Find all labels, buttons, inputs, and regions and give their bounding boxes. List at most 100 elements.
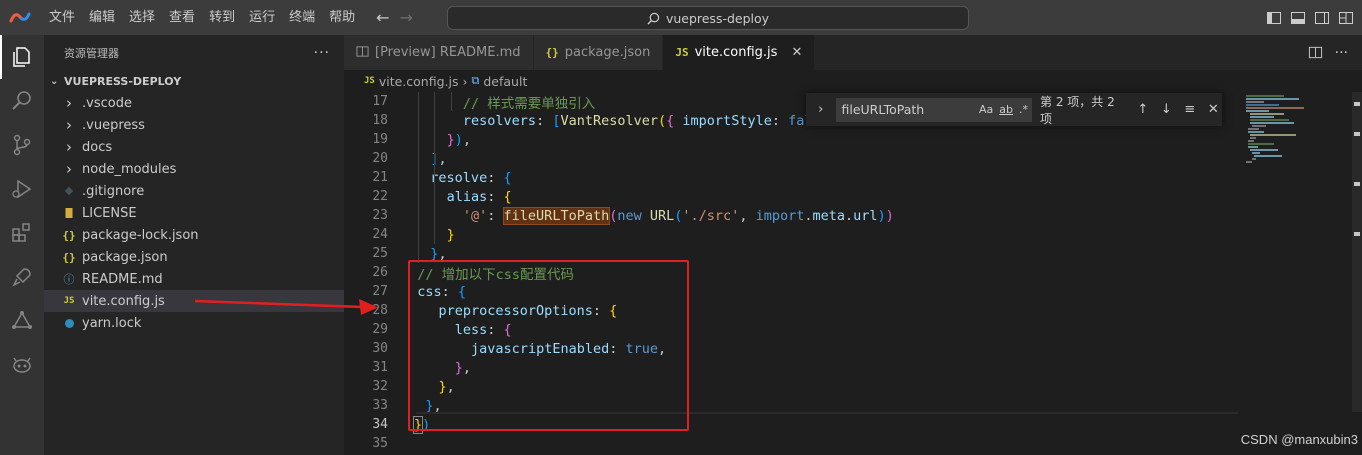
- close-find-icon[interactable]: ✕: [1205, 102, 1223, 117]
- toggle-panel-icon[interactable]: [1290, 10, 1306, 26]
- find-input[interactable]: fileURLToPath Aa ab .*: [835, 97, 1033, 122]
- menu-item[interactable]: 选择: [122, 0, 162, 35]
- file-tree-item[interactable]: LICENSE: [44, 202, 344, 224]
- previous-match-icon[interactable]: ↑: [1134, 102, 1152, 117]
- json-braces-icon: {}: [545, 46, 559, 59]
- command-center-search[interactable]: vuepress-deploy: [447, 6, 969, 30]
- line-number: 30: [372, 341, 388, 356]
- match-whole-word-icon[interactable]: ab: [999, 103, 1013, 116]
- menu-item[interactable]: 查看: [162, 0, 202, 35]
- find-match-count: 第 2 项，共 2 项: [1040, 94, 1115, 126]
- close-icon[interactable]: ✕: [791, 45, 802, 60]
- file-tree-item[interactable]: {} package.json: [44, 246, 344, 268]
- workspace-section[interactable]: ⌄ VUEPRESS-DEPLOY: [44, 70, 344, 92]
- search-text: vuepress-deploy: [665, 10, 770, 26]
- customize-layout-icon[interactable]: [1338, 10, 1354, 26]
- forward-arrow-icon[interactable]: →: [400, 8, 413, 27]
- tab-vite-config[interactable]: JS vite.config.js ✕: [663, 35, 816, 70]
- file-tree-label: README.md: [82, 271, 163, 287]
- title-bar: 文件 编辑 选择 查看 转到 运行 终端 帮助 ← → vuepress-deploy: [0, 0, 1362, 35]
- info-icon: ⓘ: [63, 273, 75, 286]
- more-actions-icon[interactable]: ···: [314, 45, 330, 61]
- line-number: 20: [372, 151, 388, 166]
- back-arrow-icon[interactable]: ←: [376, 8, 389, 27]
- file-tree-label: vite.config.js: [82, 293, 165, 309]
- menu-item[interactable]: 转到: [202, 0, 242, 35]
- menu-item[interactable]: 终端: [282, 0, 322, 35]
- file-tree-label: node_modules: [82, 161, 177, 177]
- line-number: 32: [372, 379, 388, 394]
- editor-tabs: [Preview] README.md {} package.json JS v…: [344, 35, 1362, 70]
- line-number: 17: [372, 94, 388, 109]
- code-line: 19}),: [344, 130, 1244, 149]
- indent-guide: [450, 92, 452, 111]
- file-tree-item[interactable]: › .vscode: [44, 92, 344, 114]
- file-tree-item[interactable]: › .vuepress: [44, 114, 344, 136]
- line-number: 26: [372, 265, 388, 280]
- menu-item[interactable]: 帮助: [322, 0, 362, 35]
- breadcrumb-file[interactable]: vite.config.js: [379, 74, 459, 89]
- code-text: resolvers: [VantResolver({ importStyle: …: [462, 112, 813, 129]
- preview-icon: [356, 45, 369, 61]
- line-number: 33: [372, 398, 388, 413]
- toggle-primary-sidebar-icon[interactable]: [1266, 10, 1282, 26]
- menu-item[interactable]: 运行: [242, 0, 282, 35]
- file-tree-label: package-lock.json: [82, 227, 199, 243]
- match-case-icon[interactable]: Aa: [979, 103, 993, 116]
- menu-item[interactable]: 文件: [42, 0, 82, 35]
- breadcrumb-separator: ›: [462, 73, 468, 89]
- file-tree-label: docs: [82, 139, 113, 155]
- js-icon: JS: [63, 296, 75, 306]
- breadcrumb: JS vite.config.js › ⧉ default: [344, 70, 1362, 92]
- tab-label: package.json: [564, 45, 651, 60]
- code-line: 24}: [344, 225, 1244, 244]
- indent-guide: [418, 92, 419, 263]
- file-tree-item[interactable]: .gitignore: [44, 180, 344, 202]
- line-number: 25: [372, 246, 388, 261]
- file-tree-item[interactable]: › node_modules: [44, 158, 344, 180]
- tab-package-json[interactable]: {} package.json: [533, 35, 664, 70]
- tab-label: vite.config.js: [694, 45, 778, 60]
- find-query: fileURLToPath: [841, 102, 925, 117]
- red-arrow-annotation: [195, 299, 378, 315]
- find-widget: › fileURLToPath Aa ab .* 第 2 项，共 2 项 ↑ ↓…: [806, 93, 1222, 126]
- code-line: 23 '@': fileURLToPath(new URL('./src', im…: [344, 206, 1244, 225]
- more-actions-icon[interactable]: ···: [1335, 45, 1348, 61]
- explorer-icon[interactable]: [0, 35, 44, 79]
- js-icon: JS: [675, 46, 689, 59]
- next-match-icon[interactable]: ↓: [1158, 102, 1176, 117]
- vertical-scrollbar[interactable]: [1352, 92, 1362, 412]
- line-number: 21: [372, 170, 388, 185]
- editor-actions: ···: [1308, 35, 1348, 70]
- file-tree-item[interactable]: {} package-lock.json: [44, 224, 344, 246]
- file-tree-label: .vscode: [82, 95, 132, 111]
- split-editor-icon[interactable]: [1308, 45, 1323, 60]
- file-tree-item[interactable]: › docs: [44, 136, 344, 158]
- source-control-icon[interactable]: [0, 123, 44, 167]
- activity-bar: [0, 35, 44, 455]
- menu-item[interactable]: 编辑: [82, 0, 122, 35]
- file-tree-label: package.json: [82, 249, 168, 265]
- live-share-icon[interactable]: [0, 299, 44, 343]
- line-number: 22: [372, 189, 388, 204]
- explorer-header: 资源管理器 ···: [44, 35, 344, 70]
- line-number: 35: [372, 436, 388, 451]
- license-icon: [60, 207, 78, 219]
- layout-controls: [1266, 0, 1354, 35]
- explorer-title: 资源管理器: [64, 46, 119, 60]
- tab-readme-preview[interactable]: [Preview] README.md: [344, 35, 534, 70]
- rocket-icon[interactable]: [0, 255, 44, 299]
- line-number: 24: [372, 227, 388, 242]
- line-number: 18: [372, 113, 388, 128]
- minimap[interactable]: [1244, 92, 1344, 172]
- toggle-secondary-sidebar-icon[interactable]: [1314, 10, 1330, 26]
- copilot-icon[interactable]: [0, 343, 44, 387]
- search-view-icon[interactable]: [0, 79, 44, 123]
- toggle-replace-chevron-icon[interactable]: ›: [812, 102, 830, 117]
- run-debug-icon[interactable]: [0, 167, 44, 211]
- extensions-icon[interactable]: [0, 211, 44, 255]
- find-in-selection-icon[interactable]: ≡: [1181, 102, 1199, 117]
- use-regex-icon[interactable]: .*: [1019, 103, 1028, 116]
- breadcrumb-symbol[interactable]: default: [483, 74, 527, 89]
- file-tree-item[interactable]: ⓘ README.md: [44, 268, 344, 290]
